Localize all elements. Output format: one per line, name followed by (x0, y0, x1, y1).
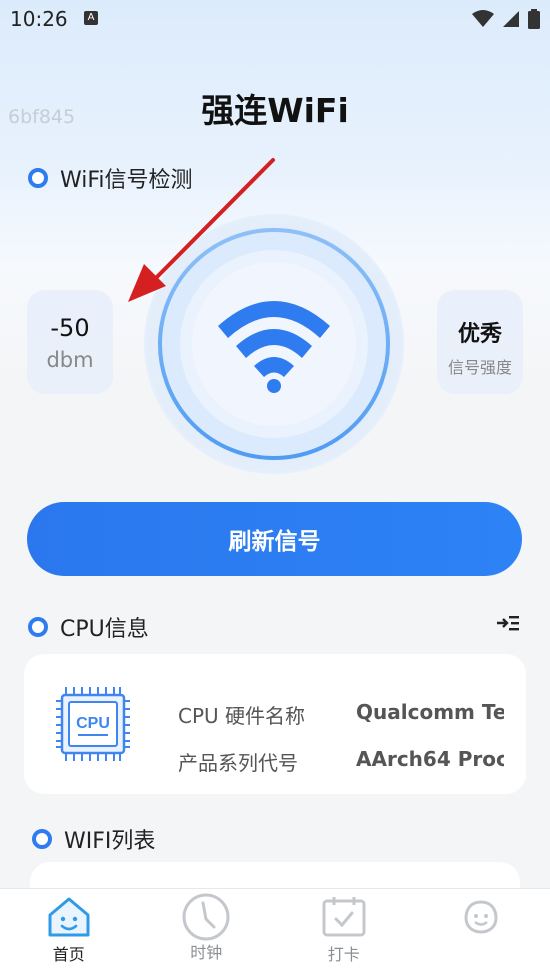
calendar-check-icon (322, 895, 366, 939)
cpu-hardware-value: Qualcomm Technologies (356, 700, 504, 724)
page-title: 强连WiFi (0, 84, 550, 132)
cpu-info-card: CPU CPU 硬件名称 Qualcomm Technologies 产品系列代… (24, 654, 526, 794)
cell-signal-icon (502, 10, 520, 28)
nav-label-home: 首页 (0, 941, 138, 965)
nav-label-clock: 时钟 (138, 939, 276, 963)
signal-quality-label: 信号强度 (437, 354, 523, 378)
notification-a-icon: A (84, 11, 98, 25)
nav-label-checkin: 打卡 (275, 941, 413, 965)
nav-item-profile[interactable] (413, 889, 550, 978)
status-icons (472, 9, 540, 29)
status-bar: 10:26 A (0, 0, 550, 38)
signal-dbm-unit: dbm (27, 348, 113, 372)
signal-quality-card: 优秀 信号强度 (437, 290, 523, 394)
signal-quality-value: 优秀 (437, 316, 523, 348)
cpu-hardware-label: CPU 硬件名称 (178, 700, 305, 729)
section-dot-icon (28, 168, 48, 188)
wifi-status-icon (472, 10, 494, 28)
cpu-series-label: 产品系列代号 (178, 747, 298, 776)
signal-dbm-card: -50 dbm (27, 290, 113, 394)
nav-item-checkin[interactable]: 打卡 (275, 889, 413, 978)
annotation-arrow-icon (118, 150, 288, 310)
bottom-nav: 首页 时钟 打卡 (0, 888, 550, 978)
cpu-section-header: CPU信息 (28, 611, 149, 643)
cpu-series-value: AArch64 Processor (356, 747, 504, 771)
expand-list-icon[interactable] (496, 613, 520, 633)
signal-dbm-value: -50 (27, 314, 113, 342)
cpu-section-title: CPU信息 (60, 611, 149, 643)
section-dot-icon (32, 829, 52, 849)
battery-icon (528, 9, 540, 29)
section-dot-icon (28, 617, 48, 637)
clock-icon (182, 893, 230, 941)
home-face-icon (46, 895, 92, 939)
nav-item-clock[interactable]: 时钟 (138, 889, 276, 978)
wifi-list-section-header: WIFI列表 (32, 823, 155, 855)
refresh-signal-button[interactable]: 刷新信号 (27, 502, 522, 576)
cpu-chip-text: CPU (76, 715, 110, 732)
status-time: 10:26 (10, 7, 68, 31)
wifi-list-section-title: WIFI列表 (64, 823, 155, 855)
smiley-icon (463, 899, 499, 935)
nav-item-home[interactable]: 首页 (0, 889, 138, 978)
cpu-chip-icon: CPU (56, 685, 130, 763)
